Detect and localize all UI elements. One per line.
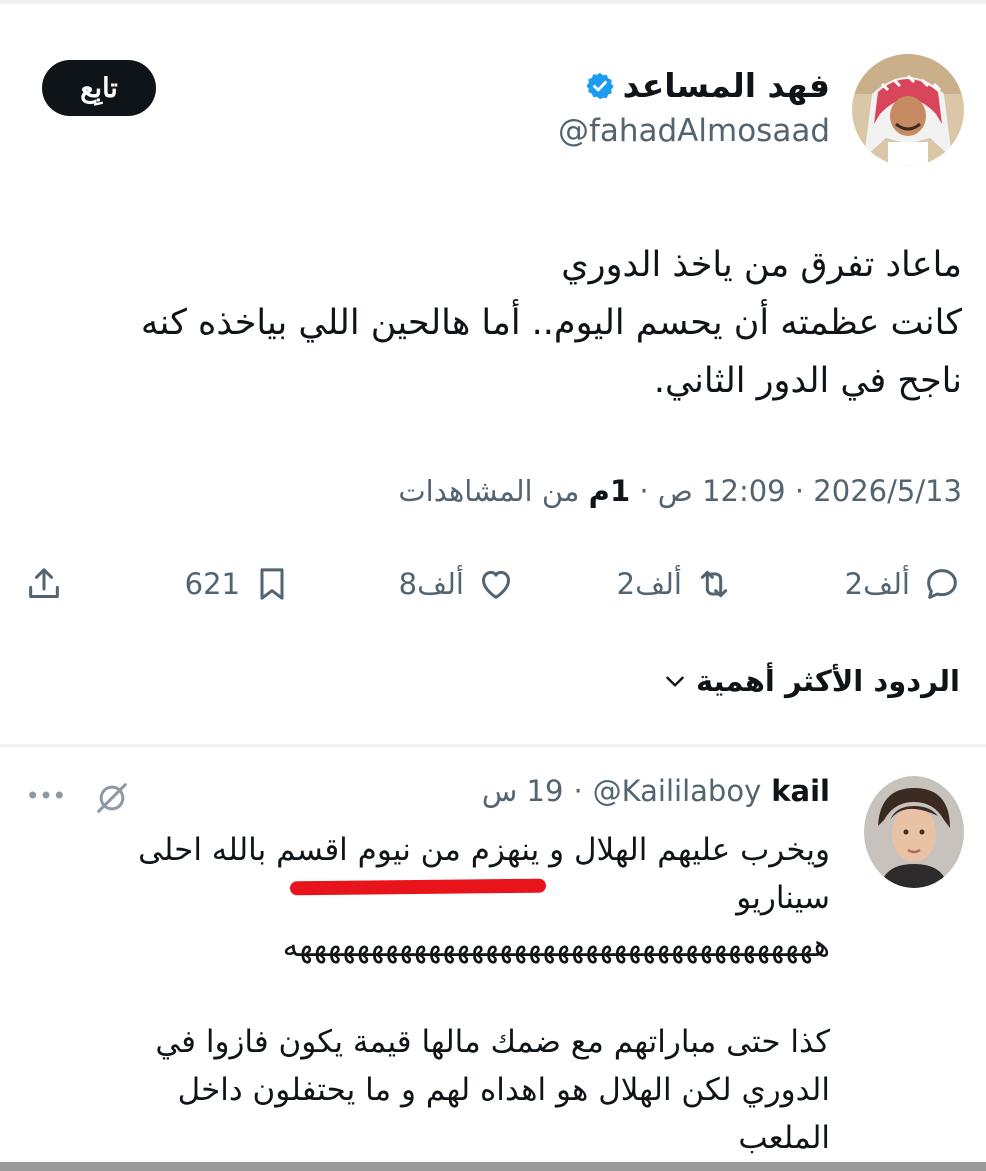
bookmark-count: 621 xyxy=(184,567,240,601)
tweet-text: ماعاد تفرق من ياخذ الدوري كانت عظمته أن … xyxy=(22,236,962,410)
tweet-text-line: ماعاد تفرق من ياخذ الدوري xyxy=(561,245,962,285)
reply-header: kail @Kaililaboy · 19 س xyxy=(482,774,830,808)
retweet-icon xyxy=(700,570,728,598)
tweet-meta: 2026/5/13 · 12:09 ص · 1م من المشاهدات xyxy=(398,474,962,508)
meta-separator: · xyxy=(639,474,649,508)
tweet-time[interactable]: 12:09 ص xyxy=(658,474,786,508)
reply-author-name[interactable]: kail xyxy=(771,774,830,808)
follow-button[interactable]: تابِع xyxy=(42,60,156,116)
verified-badge-icon xyxy=(586,72,614,99)
grok-icon[interactable] xyxy=(92,778,132,818)
like-button[interactable]: 8ألف xyxy=(399,556,516,612)
author-name[interactable]: فهد المساعد xyxy=(623,66,830,105)
reply-time[interactable]: 19 س xyxy=(482,774,564,808)
meta-separator: · xyxy=(794,474,805,508)
reply-text-line: الملعب xyxy=(738,1120,830,1156)
author-name-row: فهد المساعد xyxy=(558,66,830,105)
author-block: فهد المساعد @fahadAlmosaad xyxy=(558,66,830,149)
share-button[interactable] xyxy=(24,556,64,612)
reply-text-line: كذا حتى مباراتهم مع ضمك مالها قيمة يكون … xyxy=(155,1024,830,1060)
reply-count: 2ألف xyxy=(844,567,910,601)
views-count: 1م xyxy=(588,474,631,508)
reply-author-handle[interactable]: @Kaililaboy xyxy=(593,774,762,808)
divider xyxy=(0,744,986,747)
reply-author-avatar[interactable] xyxy=(864,776,964,888)
reply-separator: · xyxy=(573,774,583,808)
like-count: 8ألف xyxy=(398,567,464,601)
replies-sort-dropdown[interactable]: الردود الأكثر أهمية xyxy=(662,664,960,698)
replies-sort-label: الردود الأكثر أهمية xyxy=(695,664,960,698)
reply-text: ويخرب عليهم الهلال و ينهزم من نيوم اقسم … xyxy=(30,826,830,1162)
more-options-icon[interactable] xyxy=(26,780,66,810)
chevron-down-icon xyxy=(666,676,684,687)
bottom-edge xyxy=(0,1162,986,1171)
tweet-date[interactable]: 2026/5/13 xyxy=(813,474,962,508)
reply-button[interactable]: 2ألف xyxy=(845,556,962,612)
top-edge xyxy=(0,0,986,4)
reply-text-line: ويخرب عليهم الهلال و ينهزم من نيوم اقسم … xyxy=(138,832,830,868)
reply-text-gap xyxy=(30,970,830,1018)
tweet-text-line: كانت عظمته أن يحسم اليوم.. أما هالحين ال… xyxy=(140,303,962,343)
bookmark-icon xyxy=(260,568,284,600)
action-bar: 2ألف 2ألف 8ألف 621 xyxy=(0,556,986,612)
share-icon xyxy=(29,568,59,598)
reply-icon xyxy=(927,569,957,599)
red-underline-annotation xyxy=(289,878,547,896)
author-avatar[interactable] xyxy=(852,54,964,166)
retweet-count: 2ألف xyxy=(616,567,682,601)
author-handle[interactable]: @fahadAlmosaad xyxy=(558,113,830,149)
tweet-text-line: ناجح في الدور الثاني. xyxy=(653,361,962,401)
reply-text-line: هههههههههههههههههههههههههههههههههههههه xyxy=(282,928,830,964)
views-label: من المشاهدات xyxy=(398,474,580,508)
heart-icon xyxy=(482,570,510,599)
bookmark-button[interactable]: 621 xyxy=(185,556,292,612)
retweet-button[interactable]: 2ألف xyxy=(617,556,734,612)
reply-text-line: الدوري لكن الهلال هو اهداه لهم و ما يحتف… xyxy=(177,1072,830,1108)
